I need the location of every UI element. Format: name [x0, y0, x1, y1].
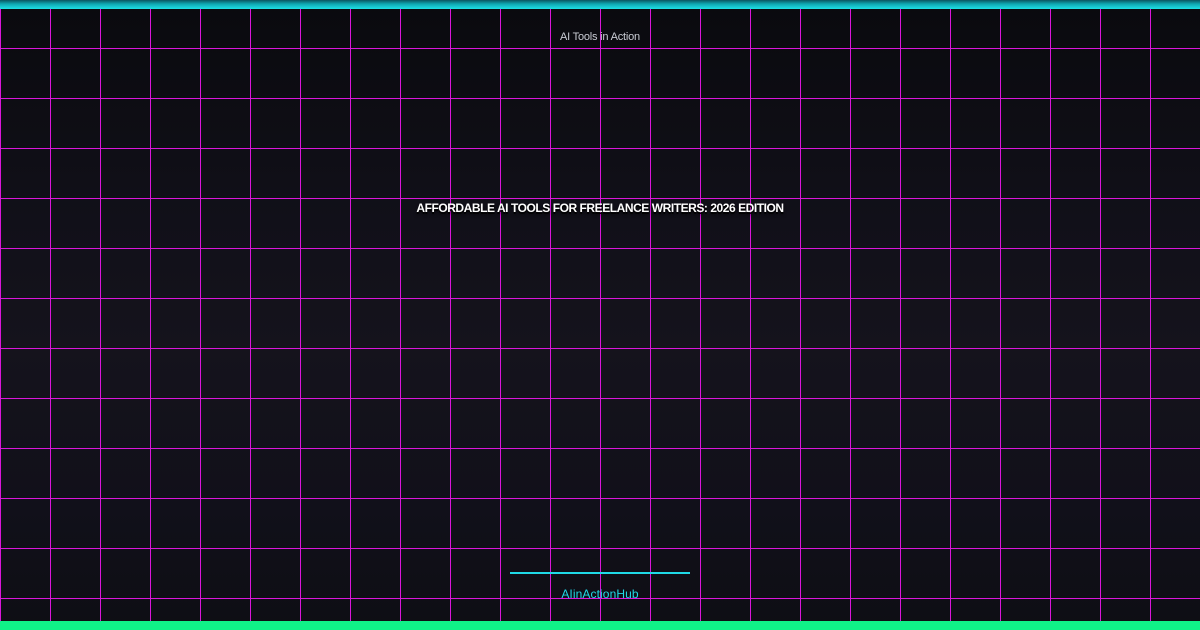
banner-card: AI Tools in Action AFFORDABLE AI TOOLS F… — [0, 0, 1200, 630]
brand-label: AIinActionHub — [561, 587, 639, 601]
grid-overlay — [0, 0, 1200, 630]
bottom-accent-bar — [0, 621, 1200, 630]
eyebrow-label: AI Tools in Action — [560, 31, 640, 43]
divider-line — [510, 572, 690, 574]
page-title: AFFORDABLE AI TOOLS FOR FREELANCE WRITER… — [416, 201, 784, 215]
top-accent-bar — [0, 0, 1200, 9]
